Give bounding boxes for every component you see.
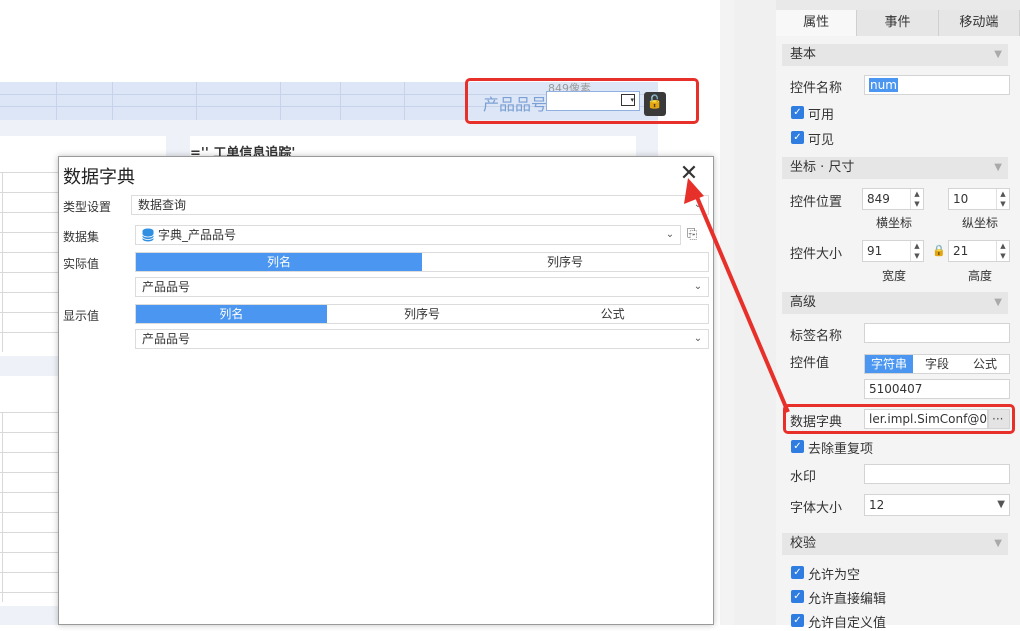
height-value: 21 [953, 244, 969, 258]
actual-value-select[interactable]: 产品品号 ⌄ [135, 277, 709, 297]
stepper-arrows-icon[interactable]: ▲ ▼ [996, 241, 1009, 261]
visible-label: 可见 [808, 133, 835, 148]
actual-value-value: 产品品号 [142, 280, 191, 294]
widget-name-input[interactable]: num [864, 75, 1010, 95]
chevron-down-icon: ⌄ [693, 333, 703, 344]
dedupe-checkbox[interactable]: ✓ [791, 440, 804, 453]
property-tabs: 属性 事件 移动端 [776, 10, 1020, 36]
data-dictionary-dialog: 数据字典 ✕ 类型设置 数据查询 ⌄ 数据集 字典_产品品号 ⌄ ⎘ 实际值 列… [58, 156, 714, 625]
chevron-down-icon: ▼ [994, 538, 1002, 549]
stepper-arrows-icon[interactable]: ▲ ▼ [996, 189, 1009, 209]
stepper-arrows-icon[interactable]: ▲ ▼ [910, 189, 923, 209]
height-stepper[interactable]: 21 ▲ ▼ [948, 240, 1010, 262]
enabled-label: 可用 [808, 108, 835, 123]
chevron-down-icon: ▼ [994, 297, 1002, 308]
value-type-formula[interactable]: 公式 [961, 355, 1009, 373]
actual-mode-column-name[interactable]: 列名 [136, 253, 422, 271]
display-value-label: 显示值 [63, 309, 100, 323]
dedupe-label: 去除重复项 [808, 442, 874, 457]
type-setting-value: 数据查询 [138, 198, 187, 212]
type-setting-label: 类型设置 [63, 200, 112, 214]
visible-checkbox[interactable]: ✓ [791, 131, 804, 144]
value-type-field[interactable]: 字段 [913, 355, 961, 373]
close-icon[interactable]: ✕ [677, 161, 701, 186]
highlight-box-widget [465, 78, 699, 124]
chevron-down-icon: ⌄ [665, 229, 675, 240]
allow-empty-label: 允许为空 [808, 568, 861, 583]
enabled-checkbox[interactable]: ✓ [791, 106, 804, 119]
section-basic[interactable]: 基本 ▼ [782, 44, 1008, 66]
widget-name-label: 控件名称 [790, 81, 843, 96]
chevron-down-icon: ▼ [997, 499, 1005, 510]
size-label: 控件大小 [790, 247, 843, 262]
watermark-label: 水印 [790, 470, 817, 485]
tag-name-label: 标签名称 [790, 329, 843, 344]
width-stepper[interactable]: 91 ▲ ▼ [862, 240, 924, 262]
dataset-label: 数据集 [63, 230, 100, 244]
display-mode-column-index[interactable]: 列序号 [327, 305, 518, 323]
type-setting-select[interactable]: 数据查询 ⌄ [131, 195, 709, 215]
database-icon [142, 228, 154, 242]
tag-name-input[interactable] [864, 323, 1010, 343]
widget-value-label: 控件值 [790, 356, 830, 371]
highlight-box-data-dictionary [783, 404, 1015, 434]
allow-custom-value-checkbox[interactable]: ✓ [791, 614, 804, 627]
value-type-string[interactable]: 字符串 [865, 355, 913, 373]
allow-direct-edit-label: 允许直接编辑 [808, 592, 887, 607]
chevron-down-icon: ▼ [994, 162, 1002, 173]
section-basic-title: 基本 [790, 47, 817, 62]
panel-top-strip [776, 0, 1020, 10]
section-advanced[interactable]: 高级 ▼ [782, 292, 1008, 314]
widget-value-input[interactable]: 5100407 [864, 379, 1010, 399]
aspect-lock-icon[interactable]: 🔒 [932, 244, 946, 257]
properties-panel: 属性 事件 移动端 基本 ▼ 控件名称 num ✓ 可用 ✓ 可见 坐标 · 尺… [776, 0, 1020, 631]
dataset-value: 字典_产品品号 [158, 228, 237, 242]
stepper-arrows-icon[interactable]: ▲ ▼ [910, 241, 923, 261]
height-caption: 高度 [968, 269, 993, 283]
y-value: 10 [953, 192, 969, 206]
tab-events[interactable]: 事件 [857, 10, 939, 36]
display-mode-formula[interactable]: 公式 [517, 305, 708, 323]
font-size-value: 12 [869, 498, 885, 512]
font-size-select[interactable]: 12 ▼ [864, 494, 1010, 516]
chevron-down-icon: ⌄ [693, 281, 703, 292]
font-size-label: 字体大小 [790, 501, 843, 516]
section-validation[interactable]: 校验 ▼ [782, 533, 1008, 555]
section-coords-title: 坐标 · 尺寸 [790, 160, 855, 175]
widget-value-type-tabs: 字符串 字段 公式 [864, 354, 1010, 374]
widget-name-value: num [869, 78, 898, 92]
y-caption: 纵坐标 [962, 216, 999, 230]
width-caption: 宽度 [882, 269, 907, 283]
section-coords[interactable]: 坐标 · 尺寸 ▼ [782, 157, 1008, 179]
x-coordinate-stepper[interactable]: 849 ▲ ▼ [862, 188, 924, 210]
tab-attributes[interactable]: 属性 [776, 10, 858, 36]
section-advanced-title: 高级 [790, 295, 817, 310]
actual-value-mode-tabs: 列名 列序号 [135, 252, 709, 272]
actual-value-label: 实际值 [63, 257, 100, 271]
copy-icon[interactable]: ⎘ [687, 227, 703, 243]
dialog-title: 数据字典 [63, 167, 135, 188]
chevron-down-icon: ▼ [994, 49, 1002, 60]
allow-direct-edit-checkbox[interactable]: ✓ [791, 590, 804, 603]
canvas-scrollbar[interactable] [720, 0, 734, 625]
display-value-value: 产品品号 [142, 332, 191, 346]
display-mode-column-name[interactable]: 列名 [136, 305, 327, 323]
y-coordinate-stepper[interactable]: 10 ▲ ▼ [948, 188, 1010, 210]
x-caption: 横坐标 [876, 216, 913, 230]
tab-mobile[interactable]: 移动端 [938, 10, 1020, 36]
allow-empty-checkbox[interactable]: ✓ [791, 566, 804, 579]
actual-mode-column-index[interactable]: 列序号 [422, 253, 708, 271]
watermark-input[interactable] [864, 464, 1010, 484]
position-label: 控件位置 [790, 195, 843, 210]
panel-gutter [734, 0, 776, 625]
display-value-mode-tabs: 列名 列序号 公式 [135, 304, 709, 324]
x-value: 849 [867, 192, 890, 206]
allow-custom-value-label: 允许自定义值 [808, 616, 887, 631]
display-value-select[interactable]: 产品品号 ⌄ [135, 329, 709, 349]
chevron-down-icon: ⌄ [693, 199, 703, 210]
section-validation-title: 校验 [790, 536, 817, 551]
dataset-select[interactable]: 字典_产品品号 ⌄ [135, 225, 681, 245]
width-value: 91 [867, 244, 883, 258]
